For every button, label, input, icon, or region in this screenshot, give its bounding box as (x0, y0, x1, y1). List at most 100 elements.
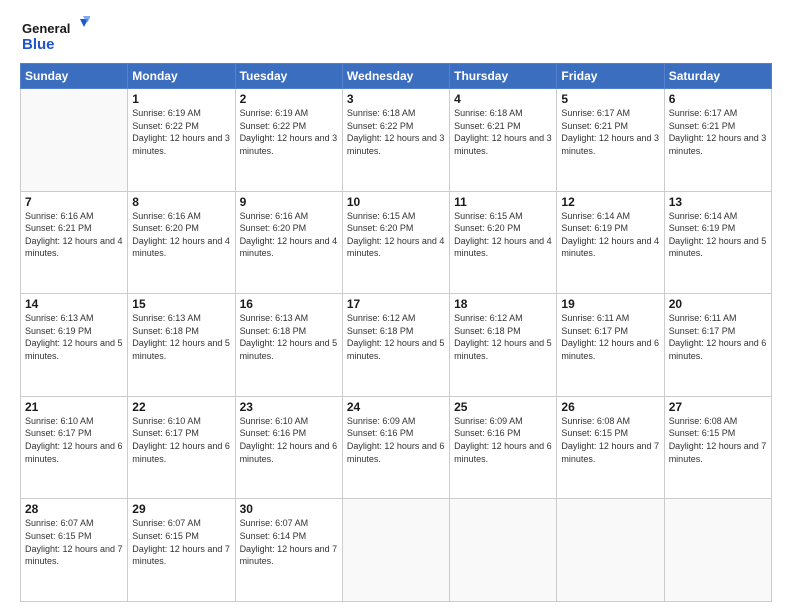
calendar-cell: 24 Sunrise: 6:09 AMSunset: 6:16 PMDaylig… (342, 396, 449, 499)
day-info: Sunrise: 6:09 AMSunset: 6:16 PMDaylight:… (454, 416, 552, 464)
calendar-cell: 14 Sunrise: 6:13 AMSunset: 6:19 PMDaylig… (21, 294, 128, 397)
day-number: 13 (669, 195, 767, 209)
day-info: Sunrise: 6:18 AMSunset: 6:21 PMDaylight:… (454, 108, 552, 156)
header: General Blue (20, 15, 772, 55)
day-info: Sunrise: 6:10 AMSunset: 6:17 PMDaylight:… (25, 416, 123, 464)
day-number: 21 (25, 400, 123, 414)
day-info: Sunrise: 6:19 AMSunset: 6:22 PMDaylight:… (132, 108, 230, 156)
day-number: 1 (132, 92, 230, 106)
calendar-cell: 21 Sunrise: 6:10 AMSunset: 6:17 PMDaylig… (21, 396, 128, 499)
calendar-cell: 1 Sunrise: 6:19 AMSunset: 6:22 PMDayligh… (128, 89, 235, 192)
calendar-cell (557, 499, 664, 602)
day-number: 22 (132, 400, 230, 414)
calendar-week-row: 28 Sunrise: 6:07 AMSunset: 6:15 PMDaylig… (21, 499, 772, 602)
day-number: 18 (454, 297, 552, 311)
calendar-week-row: 21 Sunrise: 6:10 AMSunset: 6:17 PMDaylig… (21, 396, 772, 499)
calendar-cell: 4 Sunrise: 6:18 AMSunset: 6:21 PMDayligh… (450, 89, 557, 192)
day-number: 23 (240, 400, 338, 414)
day-info: Sunrise: 6:15 AMSunset: 6:20 PMDaylight:… (454, 211, 552, 259)
day-info: Sunrise: 6:07 AMSunset: 6:15 PMDaylight:… (132, 518, 230, 566)
day-number: 24 (347, 400, 445, 414)
calendar-week-row: 14 Sunrise: 6:13 AMSunset: 6:19 PMDaylig… (21, 294, 772, 397)
day-number: 11 (454, 195, 552, 209)
calendar-cell: 16 Sunrise: 6:13 AMSunset: 6:18 PMDaylig… (235, 294, 342, 397)
day-info: Sunrise: 6:10 AMSunset: 6:17 PMDaylight:… (132, 416, 230, 464)
calendar-body: 1 Sunrise: 6:19 AMSunset: 6:22 PMDayligh… (21, 89, 772, 602)
weekday-friday: Friday (557, 64, 664, 89)
day-number: 7 (25, 195, 123, 209)
calendar-cell: 17 Sunrise: 6:12 AMSunset: 6:18 PMDaylig… (342, 294, 449, 397)
day-number: 30 (240, 502, 338, 516)
calendar-page: General Blue Sunday Monday Tuesday Wedne… (0, 0, 792, 612)
day-number: 4 (454, 92, 552, 106)
calendar-cell: 15 Sunrise: 6:13 AMSunset: 6:18 PMDaylig… (128, 294, 235, 397)
day-info: Sunrise: 6:13 AMSunset: 6:18 PMDaylight:… (240, 313, 338, 361)
day-info: Sunrise: 6:19 AMSunset: 6:22 PMDaylight:… (240, 108, 338, 156)
calendar-cell (342, 499, 449, 602)
day-info: Sunrise: 6:16 AMSunset: 6:20 PMDaylight:… (240, 211, 338, 259)
calendar-cell: 25 Sunrise: 6:09 AMSunset: 6:16 PMDaylig… (450, 396, 557, 499)
day-info: Sunrise: 6:18 AMSunset: 6:22 PMDaylight:… (347, 108, 445, 156)
calendar-cell: 12 Sunrise: 6:14 AMSunset: 6:19 PMDaylig… (557, 191, 664, 294)
day-info: Sunrise: 6:12 AMSunset: 6:18 PMDaylight:… (347, 313, 445, 361)
calendar-cell: 3 Sunrise: 6:18 AMSunset: 6:22 PMDayligh… (342, 89, 449, 192)
day-number: 2 (240, 92, 338, 106)
calendar-cell: 30 Sunrise: 6:07 AMSunset: 6:14 PMDaylig… (235, 499, 342, 602)
day-number: 28 (25, 502, 123, 516)
calendar-cell (21, 89, 128, 192)
day-number: 5 (561, 92, 659, 106)
day-info: Sunrise: 6:07 AMSunset: 6:14 PMDaylight:… (240, 518, 338, 566)
day-number: 10 (347, 195, 445, 209)
day-number: 9 (240, 195, 338, 209)
weekday-wednesday: Wednesday (342, 64, 449, 89)
day-info: Sunrise: 6:16 AMSunset: 6:21 PMDaylight:… (25, 211, 123, 259)
calendar-cell: 11 Sunrise: 6:15 AMSunset: 6:20 PMDaylig… (450, 191, 557, 294)
day-info: Sunrise: 6:09 AMSunset: 6:16 PMDaylight:… (347, 416, 445, 464)
day-info: Sunrise: 6:11 AMSunset: 6:17 PMDaylight:… (669, 313, 767, 361)
logo: General Blue (20, 15, 90, 55)
calendar-cell: 7 Sunrise: 6:16 AMSunset: 6:21 PMDayligh… (21, 191, 128, 294)
day-info: Sunrise: 6:08 AMSunset: 6:15 PMDaylight:… (669, 416, 767, 464)
calendar-cell: 2 Sunrise: 6:19 AMSunset: 6:22 PMDayligh… (235, 89, 342, 192)
day-info: Sunrise: 6:15 AMSunset: 6:20 PMDaylight:… (347, 211, 445, 259)
day-number: 16 (240, 297, 338, 311)
calendar-cell: 6 Sunrise: 6:17 AMSunset: 6:21 PMDayligh… (664, 89, 771, 192)
calendar-cell (450, 499, 557, 602)
day-info: Sunrise: 6:17 AMSunset: 6:21 PMDaylight:… (669, 108, 767, 156)
calendar-cell: 27 Sunrise: 6:08 AMSunset: 6:15 PMDaylig… (664, 396, 771, 499)
day-info: Sunrise: 6:07 AMSunset: 6:15 PMDaylight:… (25, 518, 123, 566)
calendar-week-row: 7 Sunrise: 6:16 AMSunset: 6:21 PMDayligh… (21, 191, 772, 294)
day-info: Sunrise: 6:17 AMSunset: 6:21 PMDaylight:… (561, 108, 659, 156)
day-info: Sunrise: 6:16 AMSunset: 6:20 PMDaylight:… (132, 211, 230, 259)
day-info: Sunrise: 6:12 AMSunset: 6:18 PMDaylight:… (454, 313, 552, 361)
day-info: Sunrise: 6:14 AMSunset: 6:19 PMDaylight:… (561, 211, 659, 259)
day-number: 26 (561, 400, 659, 414)
day-number: 19 (561, 297, 659, 311)
calendar-cell: 8 Sunrise: 6:16 AMSunset: 6:20 PMDayligh… (128, 191, 235, 294)
day-number: 6 (669, 92, 767, 106)
day-number: 3 (347, 92, 445, 106)
calendar-cell: 22 Sunrise: 6:10 AMSunset: 6:17 PMDaylig… (128, 396, 235, 499)
calendar-cell: 23 Sunrise: 6:10 AMSunset: 6:16 PMDaylig… (235, 396, 342, 499)
day-info: Sunrise: 6:14 AMSunset: 6:19 PMDaylight:… (669, 211, 767, 259)
calendar-cell: 9 Sunrise: 6:16 AMSunset: 6:20 PMDayligh… (235, 191, 342, 294)
day-info: Sunrise: 6:10 AMSunset: 6:16 PMDaylight:… (240, 416, 338, 464)
weekday-saturday: Saturday (664, 64, 771, 89)
calendar-cell: 19 Sunrise: 6:11 AMSunset: 6:17 PMDaylig… (557, 294, 664, 397)
day-number: 17 (347, 297, 445, 311)
svg-text:Blue: Blue (22, 36, 55, 53)
calendar-cell (664, 499, 771, 602)
weekday-sunday: Sunday (21, 64, 128, 89)
day-info: Sunrise: 6:08 AMSunset: 6:15 PMDaylight:… (561, 416, 659, 464)
calendar-week-row: 1 Sunrise: 6:19 AMSunset: 6:22 PMDayligh… (21, 89, 772, 192)
day-number: 25 (454, 400, 552, 414)
calendar-cell: 10 Sunrise: 6:15 AMSunset: 6:20 PMDaylig… (342, 191, 449, 294)
calendar-table: Sunday Monday Tuesday Wednesday Thursday… (20, 63, 772, 602)
calendar-header: Sunday Monday Tuesday Wednesday Thursday… (21, 64, 772, 89)
calendar-cell: 29 Sunrise: 6:07 AMSunset: 6:15 PMDaylig… (128, 499, 235, 602)
day-number: 27 (669, 400, 767, 414)
weekday-header-row: Sunday Monday Tuesday Wednesday Thursday… (21, 64, 772, 89)
day-number: 8 (132, 195, 230, 209)
weekday-monday: Monday (128, 64, 235, 89)
svg-text:General: General (22, 21, 70, 36)
